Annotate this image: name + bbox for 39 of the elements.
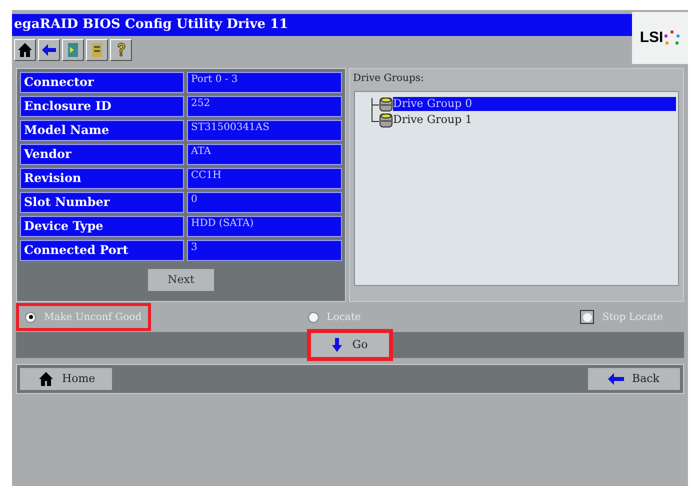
property-value: 252 — [187, 96, 342, 117]
left-arrow-icon — [41, 42, 57, 58]
property-label: Device Type — [20, 216, 184, 237]
back-button[interactable]: Back — [588, 368, 680, 390]
property-label: Revision — [20, 168, 184, 189]
property-value: CC1H — [187, 168, 342, 189]
property-value: ATA — [187, 144, 342, 165]
home-button[interactable]: Home — [20, 368, 112, 390]
database-icon — [379, 112, 393, 128]
property-label: Connector — [20, 72, 184, 93]
property-label: Slot Number — [20, 192, 184, 213]
home-icon — [38, 371, 54, 387]
property-value: Port 0 - 3 — [187, 72, 342, 93]
document-icon — [89, 42, 105, 58]
property-label: Connected Port — [20, 240, 184, 261]
window-title: egaRAID BIOS Config Utility Drive 11 — [12, 14, 632, 36]
left-arrow-icon — [608, 373, 624, 385]
database-icon — [379, 96, 393, 112]
property-label: Enclosure ID — [20, 96, 184, 117]
property-label: Model Name — [20, 120, 184, 141]
down-arrow-icon — [332, 338, 342, 352]
property-value: 3 — [187, 240, 342, 261]
property-value: 0 — [187, 192, 342, 213]
property-value: HDD (SATA) — [187, 216, 342, 237]
toolbar-button[interactable] — [110, 39, 132, 61]
go-button[interactable]: Go — [311, 333, 389, 357]
property-label: Vendor — [20, 144, 184, 165]
home-icon — [17, 42, 33, 58]
toolbar-button[interactable] — [14, 39, 36, 61]
door-icon — [65, 42, 81, 58]
tree-item[interactable]: Drive Group 0 — [393, 97, 676, 111]
logo: LSI — [632, 12, 688, 64]
next-button[interactable]: Next — [148, 269, 214, 291]
tree-item[interactable]: Drive Group 1 — [393, 113, 676, 127]
toolbar-button[interactable] — [62, 39, 84, 61]
toolbar-button[interactable] — [38, 39, 60, 61]
toolbar-button[interactable] — [86, 39, 108, 61]
drive-groups-title: Drive Groups: — [353, 72, 425, 86]
property-value: ST31500341AS — [187, 120, 342, 141]
